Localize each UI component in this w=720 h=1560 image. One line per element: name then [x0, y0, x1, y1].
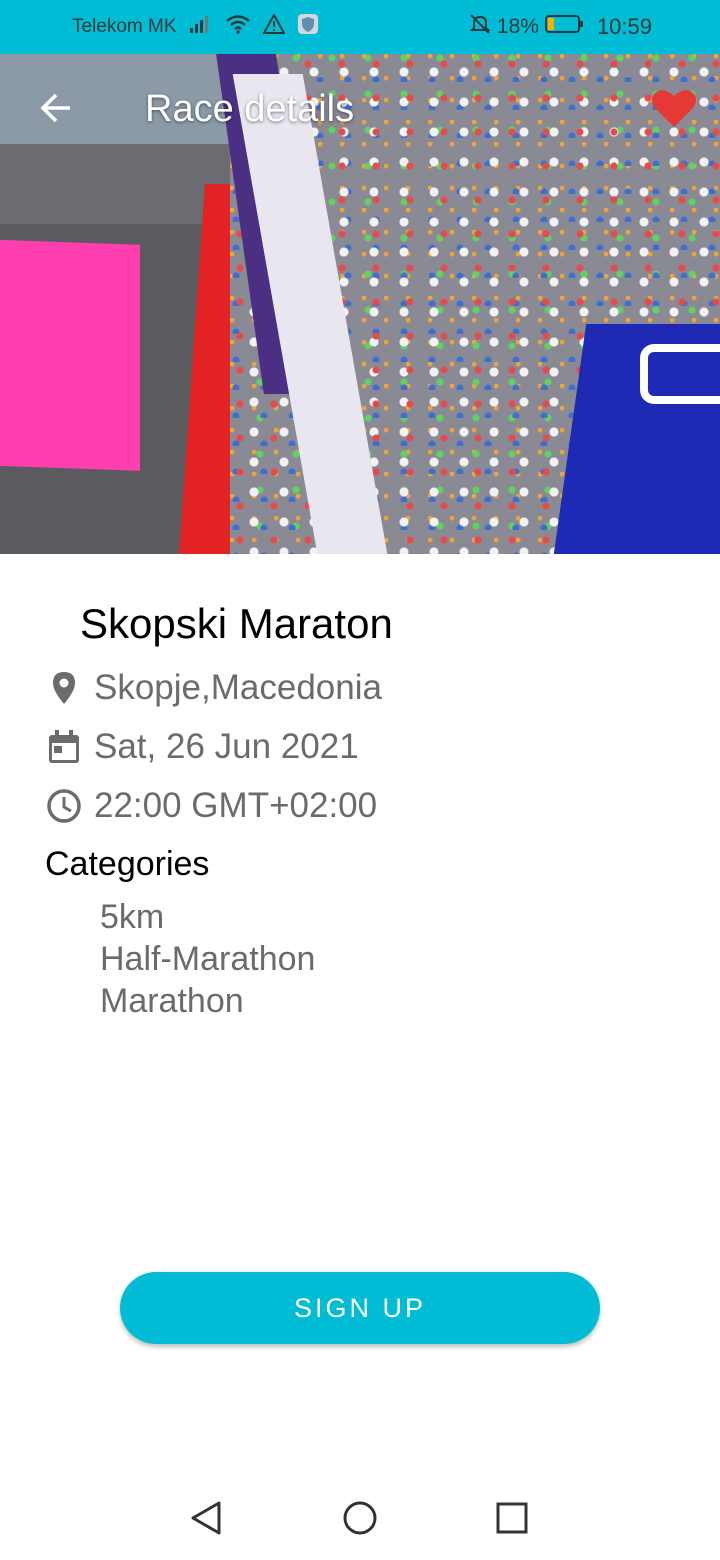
battery-icon: [544, 14, 585, 40]
date-row: Sat, 26 Jun 2021: [44, 727, 359, 767]
hero-sponsor-logo: [640, 344, 720, 404]
status-right: 18% 10:59: [469, 0, 652, 54]
warning-icon: [261, 12, 286, 40]
calendar-icon: [44, 727, 84, 767]
race-time: 22:00 GMT+02:00: [94, 786, 378, 825]
location-pin-icon: [44, 668, 84, 708]
categories-heading: Categories: [45, 845, 210, 883]
category-item: Marathon: [100, 982, 244, 1020]
circle-home-icon: [342, 1500, 378, 1541]
time-row: 22:00 GMT+02:00: [44, 786, 377, 826]
shield-app-icon: [297, 13, 319, 41]
battery-percent: 18%: [496, 15, 539, 38]
bell-off-icon: [469, 13, 491, 41]
heart-icon: [651, 87, 697, 134]
status-bar: Telekom MK 18% 10:59: [0, 0, 720, 54]
clock-icon: [44, 786, 84, 826]
race-name: Skopski Maraton: [80, 600, 393, 647]
nav-home-button[interactable]: [338, 1498, 382, 1542]
clock: 10:59: [596, 14, 652, 39]
race-date: Sat, 26 Jun 2021: [94, 727, 359, 766]
categories-list: 5km Half-Marathon Marathon: [100, 896, 315, 1022]
page-title: Race details: [145, 88, 355, 130]
race-location: Skopje,Macedonia: [94, 668, 382, 707]
category-item: 5km: [100, 898, 165, 936]
location-row: Skopje,Macedonia: [44, 668, 382, 708]
signup-button[interactable]: SIGN UP: [120, 1272, 600, 1344]
status-left: Telekom MK: [72, 0, 319, 54]
favorite-button[interactable]: [646, 86, 702, 134]
triangle-back-icon: [189, 1500, 223, 1541]
signal-icon: [189, 14, 213, 40]
nav-recents-button[interactable]: [490, 1498, 534, 1542]
hero-pink-mat: [0, 239, 140, 471]
back-button[interactable]: [30, 84, 82, 136]
category-item: Half-Marathon: [100, 940, 316, 978]
square-recents-icon: [495, 1501, 529, 1540]
nav-back-button[interactable]: [184, 1498, 228, 1542]
wifi-icon: [225, 14, 251, 40]
app-bar: Race details: [0, 54, 720, 166]
carrier-name: Telekom MK: [72, 16, 177, 37]
arrow-left-icon: [38, 90, 74, 131]
system-nav-bar: [0, 1478, 720, 1560]
